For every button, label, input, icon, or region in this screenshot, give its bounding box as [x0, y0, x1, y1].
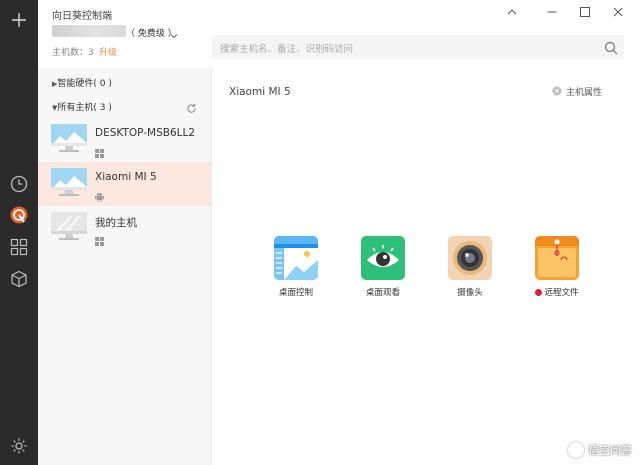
watermark-text: 悟空问答	[588, 444, 632, 457]
desktop-control-icon	[274, 236, 318, 280]
host-count-value: 3	[88, 48, 94, 58]
android-icon	[95, 187, 104, 206]
minimize-button[interactable]	[504, 4, 520, 20]
feature-desktop-view[interactable]: 桌面观看	[353, 236, 413, 304]
monitor-thumbnail-offline	[51, 212, 87, 240]
host-item-mine[interactable]: 我的主机	[38, 206, 212, 250]
upgrade-link[interactable]: 升级	[99, 45, 117, 58]
header: 向日葵控制端 （ 免费级 ） 主机数：3 升级 搜索主机名、备注、识别码访问	[38, 0, 640, 68]
wukong-logo-icon	[568, 442, 584, 458]
search-placeholder: 搜索主机名、备注、识别码访问	[220, 44, 354, 55]
camera-icon	[448, 236, 492, 280]
search-icon[interactable]	[604, 40, 618, 59]
host-count-label: 主机数：	[52, 48, 89, 58]
host-item-xiaomi[interactable]: Xiaomi MI 5	[38, 162, 212, 206]
sunlogin-remote-icon[interactable]	[7, 203, 31, 227]
windows-icon	[95, 143, 104, 162]
main-panel: Xiaomi MI 5 主机属性 桌面控制 桌面观看 摄像头 远程文件 悟空问答	[213, 68, 640, 465]
group-count: ( 0 )	[93, 79, 112, 89]
app-title: 向日葵控制端	[52, 11, 112, 22]
group-label: 所有主机	[57, 103, 94, 113]
group-all-hosts[interactable]: ▼所有主机( 3 )	[52, 100, 112, 113]
host-name: Xiaomi MI 5	[95, 171, 157, 183]
host-name: 我的主机	[95, 217, 137, 229]
group-label: 智能硬件	[57, 79, 94, 89]
feature-desktop-control[interactable]: 桌面控制	[266, 236, 326, 304]
host-list-panel: ▶智能硬件( 0 ) ▼所有主机( 3 ) DESKTOP-MSB6LL2 Xi…	[38, 68, 212, 465]
maximize-button[interactable]	[577, 4, 593, 20]
monitor-thumbnail	[51, 168, 87, 196]
host-item-desktop[interactable]: DESKTOP-MSB6LL2	[38, 118, 212, 162]
history-clock-icon[interactable]	[7, 172, 31, 196]
desktop-view-eye-icon	[361, 236, 405, 280]
host-name: DESKTOP-MSB6LL2	[95, 127, 196, 139]
feature-label: 桌面控制	[278, 288, 313, 298]
feature-remote-file[interactable]: 远程文件	[527, 236, 587, 304]
account-name-redacted	[52, 25, 126, 37]
feature-label: 桌面观看	[365, 288, 400, 298]
cube-icon[interactable]	[7, 267, 31, 291]
left-rail	[0, 0, 38, 465]
grid-apps-icon[interactable]	[7, 235, 31, 259]
feature-label: 摄像头	[457, 288, 483, 298]
refresh-icon[interactable]	[186, 99, 197, 118]
feature-label: 远程文件	[527, 286, 587, 298]
page-title: Xiaomi MI 5	[229, 86, 291, 98]
notification-dot	[535, 289, 543, 296]
host-properties-label: 主机属性	[566, 87, 603, 98]
settings-gear-icon[interactable]	[7, 434, 31, 458]
search-input[interactable]: 搜索主机名、备注、识别码访问	[212, 35, 624, 59]
chevron-down-icon[interactable]	[169, 26, 179, 45]
host-count: 主机数：3	[52, 45, 94, 58]
remote-file-icon	[535, 236, 579, 280]
host-properties-button[interactable]: 主机属性	[552, 85, 603, 98]
minimize-button-dash[interactable]	[544, 4, 560, 20]
feature-camera[interactable]: 摄像头	[440, 236, 500, 304]
plus-icon[interactable]	[7, 8, 31, 32]
watermark: 悟空问答	[568, 442, 632, 458]
feature-label-text: 远程文件	[544, 288, 579, 298]
close-button[interactable]	[610, 4, 626, 20]
monitor-thumbnail	[51, 124, 87, 152]
windows-icon	[95, 231, 104, 250]
info-icon	[552, 86, 562, 96]
group-smart-hardware[interactable]: ▶智能硬件( 0 )	[52, 76, 112, 89]
group-count: ( 3 )	[93, 103, 112, 113]
